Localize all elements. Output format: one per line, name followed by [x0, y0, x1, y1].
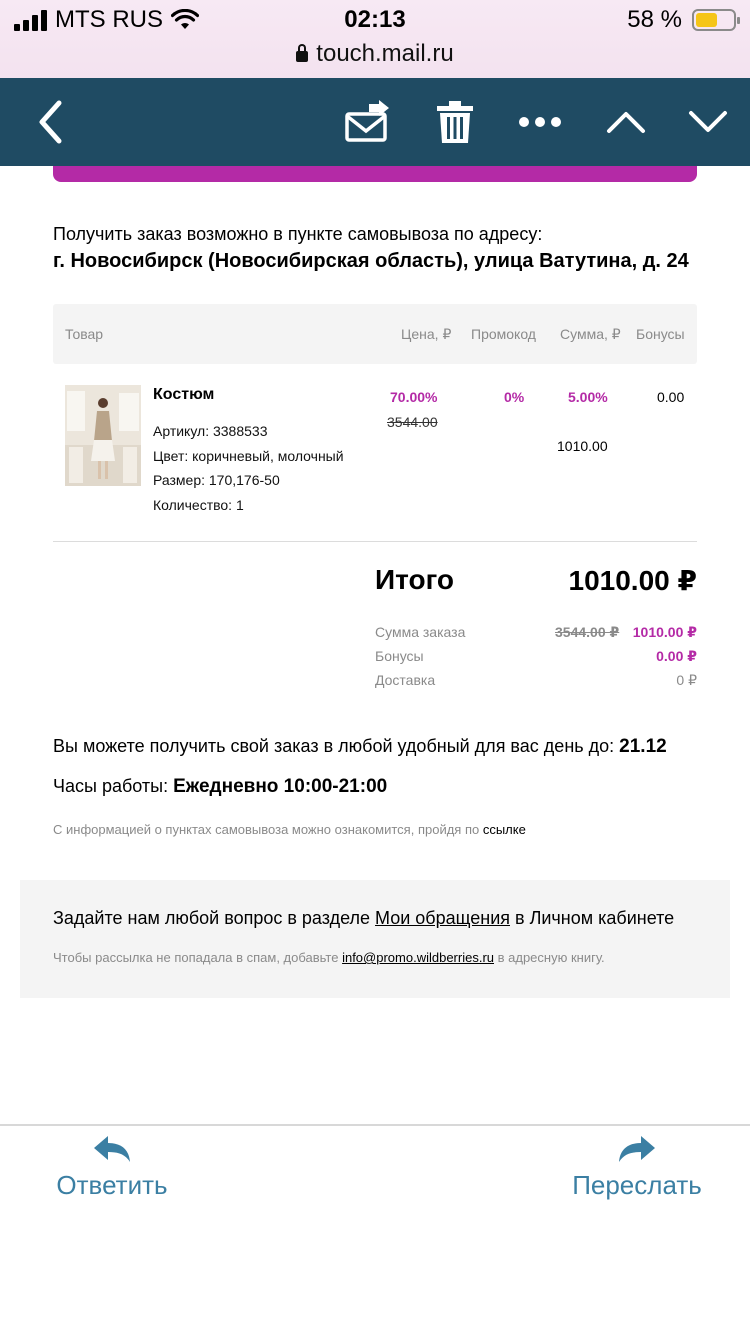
previous-mail-button[interactable] — [596, 78, 656, 166]
chevron-left-icon — [39, 100, 62, 144]
ask-text-before: Задайте нам любой вопрос в разделе — [53, 908, 376, 928]
trash-icon — [437, 101, 473, 143]
table-header: Товар Цена, ₽ Промокод Сумма, ₽ Бонусы — [53, 304, 697, 364]
hours-label: Часы работы: — [53, 776, 174, 796]
bonus-label: Бонусы — [375, 648, 424, 664]
status-bar: MTS RUS 02:13 58 % touch.mail.ru — [0, 0, 750, 78]
reply-arrow-icon — [94, 1136, 130, 1162]
mail-toolbar — [0, 78, 750, 166]
column-header-promo: Промокод — [471, 326, 536, 342]
pickup-until-text: Вы можете получить свой заказ в любой уд… — [53, 736, 620, 756]
email-link[interactable]: info@promo.wildberries.ru — [342, 950, 494, 965]
product-photo — [65, 385, 141, 486]
pickup-info-note: С информацией о пунктах самовывоза можно… — [53, 822, 526, 837]
product-color: Цвет: коричневый, молочный — [153, 448, 344, 464]
forward-button[interactable]: Переслать — [565, 1134, 709, 1201]
column-header-bonus: Бонусы — [636, 326, 685, 342]
more-dots-icon — [519, 117, 561, 127]
pickup-until: Вы можете получить свой заказ в любой уд… — [53, 736, 667, 758]
promo-value: 0% — [504, 389, 525, 405]
track-order-button[interactable] — [53, 166, 697, 182]
pickup-until-date: 21.12 — [619, 736, 667, 757]
reply-button[interactable]: Ответить — [50, 1134, 174, 1201]
support-question: Задайте нам любой вопрос в разделе Мои о… — [53, 908, 674, 929]
order-sum-label: Сумма заказа — [375, 624, 466, 640]
spam-text-before: Чтобы рассылка не попадала в спам, добав… — [53, 950, 343, 965]
table-divider — [53, 541, 697, 542]
delivery-value: 0 ₽ — [676, 672, 697, 688]
lock-icon — [296, 44, 309, 62]
product-image[interactable] — [65, 385, 141, 486]
reply-label: Ответить — [56, 1170, 168, 1200]
ask-text-after: в Личном кабинете — [510, 908, 675, 928]
delete-button[interactable] — [425, 78, 485, 166]
battery-percent: 58 % — [627, 6, 682, 33]
bonus-total: 0.00 ₽ — [656, 648, 697, 664]
chevron-down-icon — [689, 111, 727, 132]
spam-text-after: в адресную книгу. — [494, 950, 605, 965]
hours-value: Ежедневно 10:00-21:00 — [173, 776, 388, 797]
status-right: 58 % — [627, 6, 740, 34]
pickup-info-text: С информацией о пунктах самовывоза можно… — [53, 822, 483, 837]
column-header-product: Товар — [65, 326, 104, 342]
url-text: touch.mail.ru — [316, 40, 454, 67]
product-name[interactable]: Костюм — [153, 386, 214, 404]
sum-value: 1010.00 — [557, 438, 608, 454]
bonus-value: 0.00 — [657, 389, 685, 405]
product-size: Размер: 170,176-50 — [153, 472, 280, 488]
pickup-intro: Получить заказ возможно в пункте самовыв… — [53, 224, 543, 244]
column-header-price: Цена, ₽ — [401, 326, 452, 342]
spam-note: Чтобы рассылка не попадала в спам, добав… — [53, 950, 605, 965]
sum-discount: 5.00% — [568, 389, 608, 405]
battery-icon — [692, 9, 740, 31]
envelope-move-icon — [345, 100, 389, 142]
delivery-label: Доставка — [375, 672, 436, 688]
address-bar[interactable]: touch.mail.ru — [0, 40, 750, 68]
working-hours: Часы работы: Ежедневно 10:00-21:00 — [53, 776, 387, 798]
pickup-address: г. Новосибирск (Новосибирская область), … — [53, 250, 689, 272]
forward-label: Переслать — [572, 1170, 702, 1200]
total-label: Итого — [375, 564, 454, 595]
price-discount: 70.00% — [390, 389, 438, 405]
chevron-up-icon — [607, 112, 645, 133]
product-article: Артикул: 3388533 — [153, 423, 268, 439]
battery-level — [696, 13, 717, 27]
next-mail-button[interactable] — [678, 78, 738, 166]
support-box: Задайте нам любой вопрос в разделе Мои о… — [20, 880, 730, 998]
bottom-divider — [0, 1124, 750, 1126]
pickup-info-link[interactable]: ссылке — [483, 822, 526, 837]
my-requests-link[interactable]: Мои обращения — [375, 908, 510, 928]
order-sum-old: 3544.00 ₽ — [555, 624, 620, 640]
price-old: 3544.00 — [387, 414, 438, 430]
back-button[interactable] — [20, 78, 80, 166]
column-header-sum: Сумма, ₽ — [560, 326, 621, 342]
order-sum-new: 1010.00 ₽ — [632, 624, 697, 640]
more-button[interactable] — [510, 78, 570, 166]
total-value: 1010.00 ₽ — [568, 565, 697, 596]
forward-arrow-icon — [619, 1136, 655, 1162]
move-button[interactable] — [338, 78, 398, 166]
product-quantity: Количество: 1 — [153, 497, 244, 513]
